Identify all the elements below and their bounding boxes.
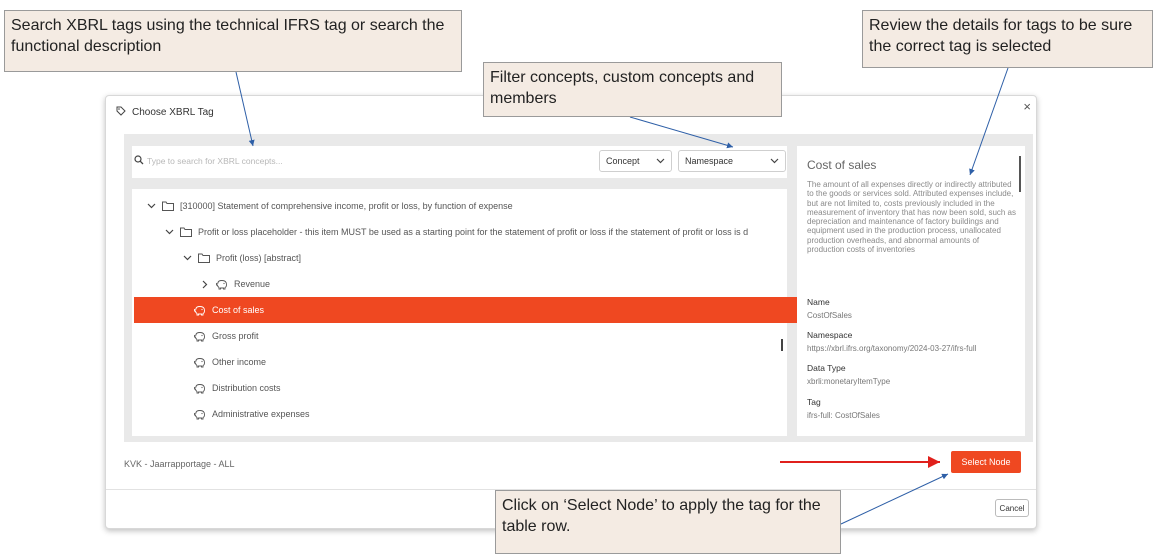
- tree-node-label: [310000] Statement of comprehensive inco…: [180, 201, 513, 211]
- chevron-down-icon[interactable]: [182, 255, 192, 261]
- name-value: CostOfSales: [807, 311, 852, 320]
- search-icon: [134, 155, 144, 167]
- folder-icon: [198, 253, 210, 263]
- tree-node-label: Revenue: [234, 279, 271, 289]
- dialog-body: Concept Namespace [310000] Statement of …: [124, 134, 1033, 442]
- concept-filter-label: Concept: [606, 156, 640, 166]
- tag-value: ifrs-full: CostOfSales: [807, 411, 880, 420]
- piggy-bank-icon: [194, 331, 206, 342]
- concept-filter-dropdown[interactable]: Concept: [599, 150, 672, 172]
- tree-node[interactable]: Profit (loss) [abstract]: [132, 245, 822, 271]
- tree-node[interactable]: Distribution costs: [132, 375, 834, 401]
- tree-node-label: Profit (loss) [abstract]: [216, 253, 302, 263]
- namespace-filter-dropdown[interactable]: Namespace: [678, 150, 786, 172]
- tree-node-label: Administrative expenses: [212, 409, 310, 419]
- choose-xbrl-tag-dialog: Choose XBRL Tag × Concept Namespace: [105, 95, 1037, 529]
- details-panel: Cost of sales The amount of all expenses…: [797, 146, 1025, 436]
- click-callout: Click on ‘Select Node’ to apply the tag …: [495, 490, 841, 554]
- tree-node[interactable]: Administrative expenses: [132, 401, 834, 427]
- filter-callout: Filter concepts, custom concepts and mem…: [483, 62, 782, 117]
- close-icon[interactable]: ×: [1023, 99, 1031, 114]
- select-node-button[interactable]: Select Node: [951, 451, 1021, 473]
- piggy-bank-icon: [194, 357, 206, 368]
- search-bar: Concept Namespace: [132, 146, 787, 178]
- chevron-down-icon: [770, 156, 779, 166]
- piggy-bank-icon: [216, 279, 228, 290]
- chevron-right-icon[interactable]: [200, 280, 210, 289]
- tree-node[interactable]: Other income: [132, 349, 834, 375]
- details-scrollbar[interactable]: [1019, 156, 1021, 192]
- piggy-bank-icon: [194, 305, 206, 316]
- tag-label: Tag: [807, 397, 821, 407]
- name-label: Name: [807, 297, 830, 307]
- tree-node[interactable]: Gross profit: [132, 323, 834, 349]
- search-callout: Search XBRL tags using the technical IFR…: [4, 10, 462, 72]
- tree-node[interactable]: [310000] Statement of comprehensive inco…: [132, 193, 786, 219]
- chevron-down-icon[interactable]: [146, 203, 156, 209]
- tree-node-label: Gross profit: [212, 331, 259, 341]
- tree-node[interactable]: Revenue: [132, 271, 840, 297]
- tree-node[interactable]: Profit or loss placeholder - this item M…: [132, 219, 804, 245]
- dialog-title-text: Choose XBRL Tag: [132, 107, 214, 118]
- namespace-label: Namespace: [807, 330, 853, 340]
- search-input[interactable]: [147, 156, 447, 166]
- tree-node-label: Profit or loss placeholder - this item M…: [198, 227, 749, 237]
- tree-scrollbar-thumb[interactable]: [781, 339, 783, 351]
- review-callout: Review the details for tags to be sure t…: [862, 10, 1153, 68]
- folder-icon: [162, 201, 174, 211]
- concept-tree: [310000] Statement of comprehensive inco…: [132, 189, 835, 436]
- tree-node-label: Cost of sales: [212, 305, 265, 315]
- namespace-value: https://xbrl.ifrs.org/taxonomy/2024-03-2…: [807, 344, 977, 353]
- namespace-filter-label: Namespace: [685, 156, 734, 166]
- cancel-button[interactable]: Cancel: [995, 499, 1029, 517]
- details-title: Cost of sales: [807, 158, 877, 172]
- datatype-value: xbrli:monetaryItemType: [807, 377, 891, 386]
- taxonomy-label: KVK - Jaarrapportage - ALL: [124, 459, 235, 469]
- details-description: The amount of all expenses directly or i…: [807, 180, 1017, 255]
- tag-icon: [116, 106, 126, 119]
- datatype-label: Data Type: [807, 363, 846, 373]
- piggy-bank-icon: [194, 409, 206, 420]
- piggy-bank-icon: [194, 383, 206, 394]
- tree-node-label: Other income: [212, 357, 267, 367]
- tree-scrollbar[interactable]: [781, 199, 785, 429]
- tree-node-label: Distribution costs: [212, 383, 281, 393]
- dialog-title: Choose XBRL Tag: [116, 106, 214, 119]
- folder-icon: [180, 227, 192, 237]
- tree-node-selected[interactable]: Cost of sales: [134, 297, 835, 323]
- chevron-down-icon[interactable]: [164, 229, 174, 235]
- chevron-down-icon: [656, 156, 665, 166]
